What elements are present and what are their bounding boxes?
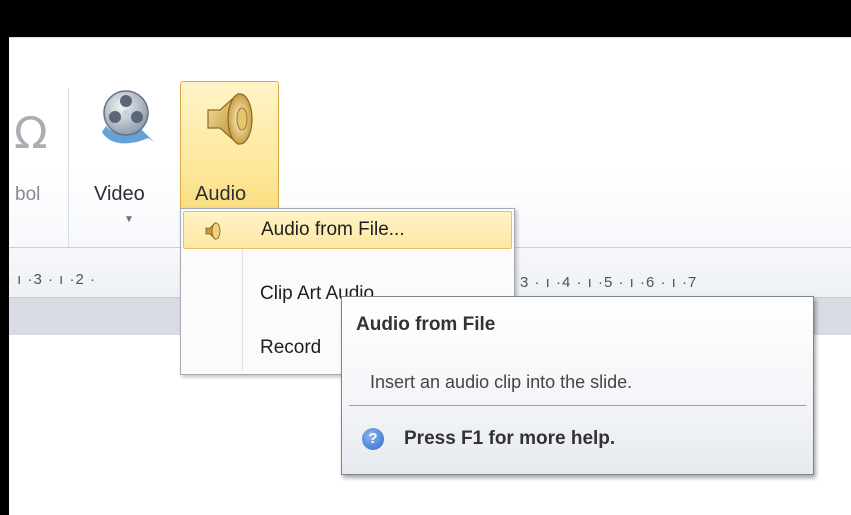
chevron-down-icon: ▼ xyxy=(124,214,134,225)
video-label: Video xyxy=(94,183,145,205)
menu-item-audio-from-file[interactable]: Audio from File... xyxy=(183,211,512,249)
window-edge xyxy=(0,0,9,515)
help-icon: ? xyxy=(362,428,384,450)
speaker-icon xyxy=(207,92,253,146)
menu-item-label: Audio from File... xyxy=(261,219,405,240)
video-button[interactable]: Video ▼ xyxy=(86,82,178,242)
tooltip-description: Insert an audio clip into the slide. xyxy=(370,372,633,392)
audio-file-icon xyxy=(205,222,221,240)
symbol-button-label[interactable]: bol xyxy=(15,184,40,206)
menu-item-label: Record xyxy=(260,337,322,358)
audio-label: Audio xyxy=(195,183,247,205)
ruler-ticks-left: · ı ·3 · ı ·2 · xyxy=(6,271,96,288)
tooltip-title: Audio from File xyxy=(356,314,496,335)
ruler-ticks-right: 3 · ı ·4 · ı ·5 · ı ·6 · ı ·7 xyxy=(520,274,698,291)
screen-tip: Audio from File Insert an audio clip int… xyxy=(341,296,814,475)
film-reel-icon xyxy=(102,90,154,144)
symbol-icon[interactable]: Ω xyxy=(14,108,48,159)
tooltip-help-text: Press F1 for more help. xyxy=(404,428,616,449)
tooltip-divider xyxy=(349,405,806,406)
